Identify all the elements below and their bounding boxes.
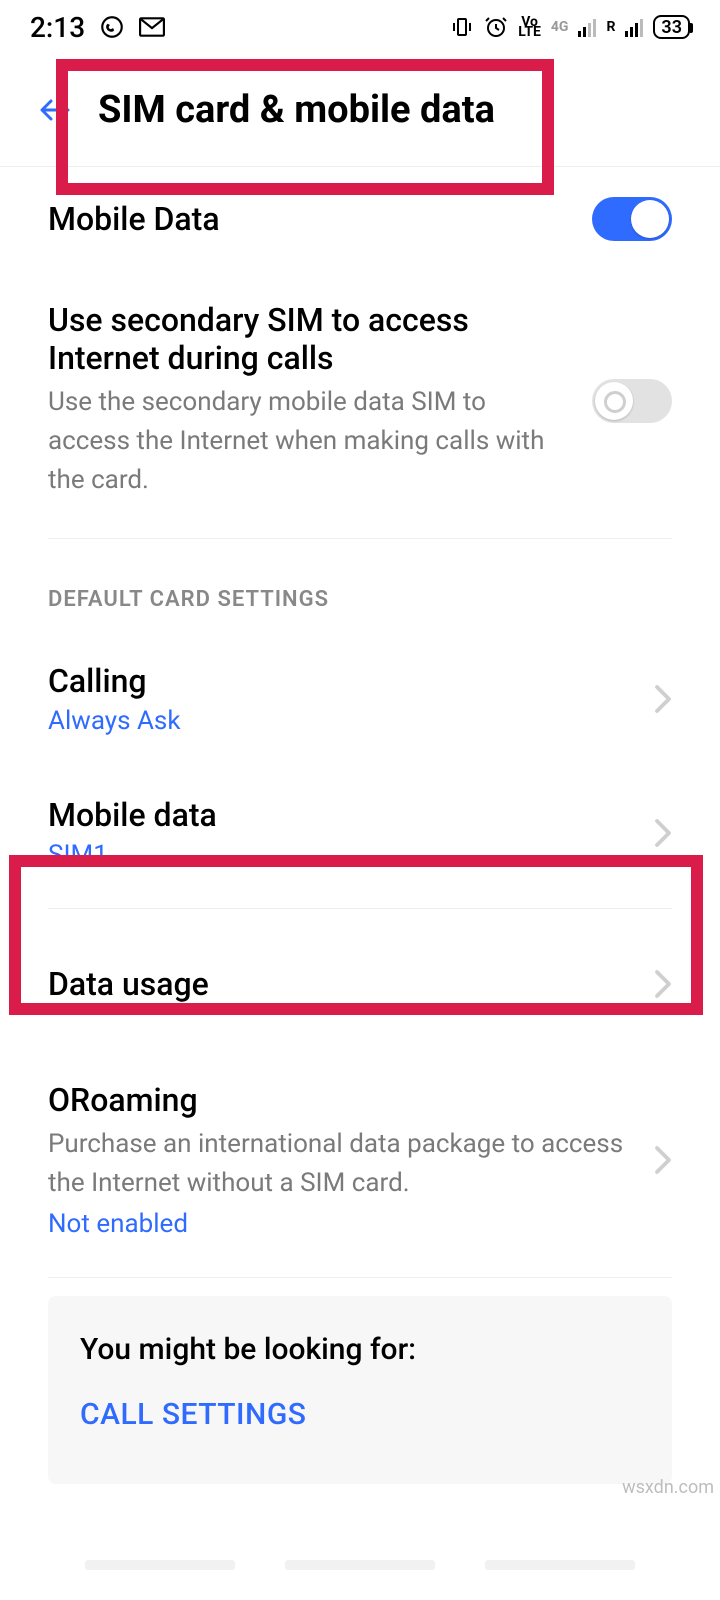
default-mobile-data-row[interactable]: Mobile data SIM1 (48, 766, 672, 900)
4g-icon: 4G (551, 22, 569, 32)
divider (48, 1277, 672, 1278)
oroaming-desc: Purchase an international data package t… (48, 1125, 634, 1203)
secondary-sim-row[interactable]: Use secondary SIM to access Internet dur… (48, 271, 672, 530)
status-right: VoLTE 4G R 33 (450, 15, 690, 39)
default-mobile-data-value: SIM1 (48, 840, 634, 870)
roaming-icon: R (606, 22, 615, 32)
battery-level: 33 (661, 17, 682, 38)
default-mobile-data-label: Mobile data (48, 796, 634, 834)
divider (48, 538, 672, 539)
oroaming-label: ORoaming (48, 1081, 634, 1119)
calling-value: Always Ask (48, 706, 634, 736)
back-arrow-icon[interactable] (40, 98, 70, 122)
chevron-right-icon (654, 1145, 672, 1175)
data-usage-label: Data usage (48, 965, 634, 1003)
status-time: 2:13 (30, 11, 85, 44)
chevron-right-icon (654, 684, 672, 714)
secondary-sim-label: Use secondary SIM to access Internet dur… (48, 301, 572, 377)
divider (48, 908, 672, 909)
watermark: wsxdn.com (622, 1477, 714, 1498)
secondary-sim-toggle[interactable] (592, 379, 672, 423)
gmail-icon (139, 17, 165, 37)
mobile-data-label: Mobile Data (48, 200, 572, 238)
signal-2-icon (625, 17, 643, 37)
suggestion-title: You might be looking for: (80, 1332, 640, 1367)
chevron-right-icon (654, 969, 672, 999)
header: SIM card & mobile data (0, 54, 720, 167)
alarm-icon (484, 15, 508, 39)
data-usage-row[interactable]: Data usage (48, 917, 672, 1051)
section-header-default: DEFAULT CARD SETTINGS (48, 547, 672, 632)
calling-label: Calling (48, 662, 634, 700)
suggestion-link[interactable]: CALL SETTINGS (80, 1397, 640, 1432)
status-bar: 2:13 VoLTE 4G R 33 (0, 0, 720, 54)
page-title: SIM card & mobile data (98, 88, 495, 132)
suggestion-card: You might be looking for: CALL SETTINGS (48, 1296, 672, 1484)
chevron-right-icon (654, 818, 672, 848)
nav-bar (0, 1530, 720, 1600)
vibrate-icon (450, 15, 474, 39)
oroaming-row[interactable]: ORoaming Purchase an international data … (48, 1051, 672, 1269)
whatsapp-icon (99, 14, 125, 40)
battery-icon: 33 (653, 15, 690, 39)
mobile-data-row[interactable]: Mobile Data (48, 167, 672, 271)
mobile-data-toggle[interactable] (592, 197, 672, 241)
calling-row[interactable]: Calling Always Ask (48, 632, 672, 766)
secondary-sim-desc: Use the secondary mobile data SIM to acc… (48, 383, 572, 500)
oroaming-value: Not enabled (48, 1209, 634, 1239)
status-left: 2:13 (30, 11, 165, 44)
volte-icon: VoLTE (518, 17, 541, 37)
signal-1-icon (578, 17, 596, 37)
